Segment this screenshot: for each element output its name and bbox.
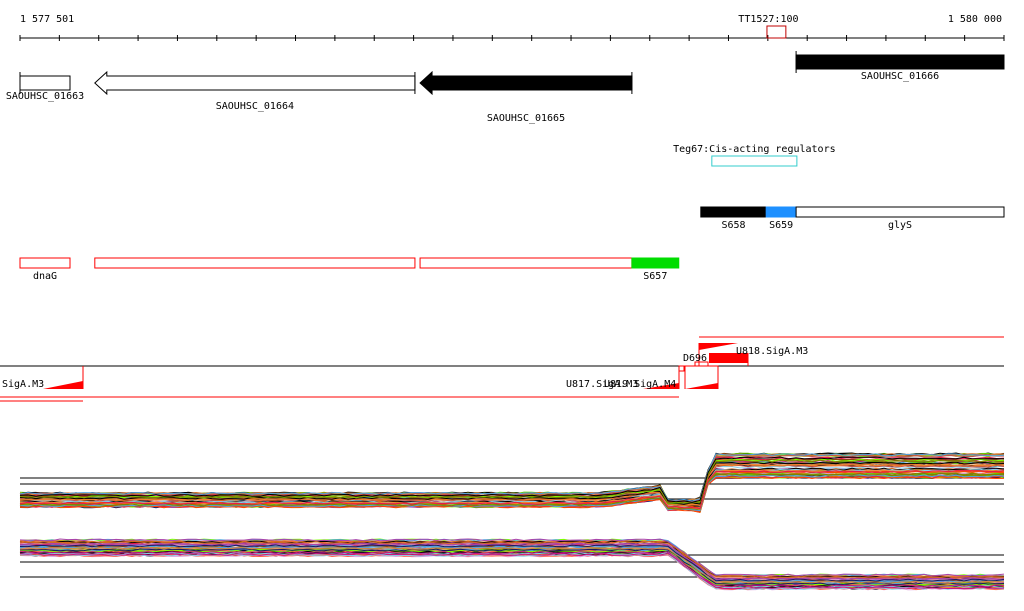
transcript-feature[interactable] [94,257,416,269]
segment-label: S658 [721,220,745,231]
promoter-u818-label: U818.SigA.M3 [736,346,808,357]
promoter-siga-m3-label: SigA.M3 [2,379,44,390]
terminator-label: TT1527:100 [738,14,798,25]
ruler-end-label: 1 580 000 [948,14,1002,25]
promoter-track: SigA.M3 U817.SigA.M3 U819.SigA.M4 D696 U… [0,336,1004,402]
ruler-start-label: 1 577 501 [20,14,74,25]
promoter-ramp[interactable] [685,383,718,389]
gene-label: SAOUHSC_01665 [487,113,565,124]
promoter-d696-label: D696 [683,353,707,364]
regulator-label: Teg67:Cis-acting regulators [673,144,836,155]
promoter-box[interactable] [678,365,685,372]
genome-browser-canvas: 1 577 501 1 580 000 TT1527:100 SAOUHSC_0… [0,14,1005,591]
regulator-feature[interactable] [711,155,798,167]
gene-arrow[interactable] [795,54,1005,70]
transcript-feature[interactable] [419,257,633,269]
segment-feature[interactable] [795,206,1005,218]
segment-track: S658 S659 glyS [700,206,1005,231]
gene-label: SAOUHSC_01664 [216,101,294,112]
segment-label: glyS [888,220,912,231]
regulator-track: Teg67:Cis-acting regulators [673,144,836,167]
gene-label: SAOUHSC_01663 [6,91,84,102]
promoter-u819-label: U819.SigA.M4 [604,379,676,390]
transcript-label: S657 [643,271,667,282]
coordinate-ruler: 1 577 501 1 580 000 TT1527:100 [19,14,1005,41]
gene-label: SAOUHSC_01666 [861,71,939,82]
promoter-ramp[interactable] [699,343,738,350]
gene-arrow[interactable] [419,70,633,96]
transcript-track: dnaG S657 [19,257,680,282]
gene-arrow[interactable] [94,70,416,96]
segment-feature[interactable] [765,206,797,218]
promoter-ramp[interactable] [43,381,83,389]
transcript-feature[interactable] [631,257,680,269]
gene-arrow[interactable] [19,75,71,91]
expression-panel-2 [19,538,1005,591]
gene-track: SAOUHSC_01663 SAOUHSC_01664 SAOUHSC_01665 S… [6,51,1005,124]
transcript-label: dnaG [33,271,57,282]
segment-label: S659 [769,220,793,231]
terminator-marker[interactable] [766,25,787,39]
expression-panel-1 [19,452,1005,513]
transcript-feature[interactable] [19,257,71,269]
segment-feature[interactable] [700,206,767,218]
